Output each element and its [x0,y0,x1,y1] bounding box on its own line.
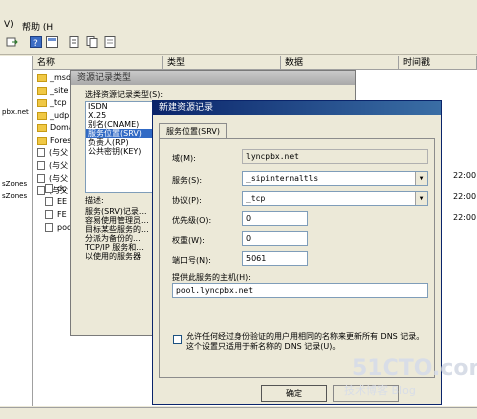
svg-text:?: ? [33,39,38,48]
chevron-down-icon[interactable]: ▼ [415,172,427,185]
service-label: 服务(S): [172,176,203,185]
type-option[interactable]: X.25 [86,111,154,120]
tab-srv[interactable]: 服务位置(SRV) [159,123,227,139]
record-icon [37,186,45,195]
tree-item[interactable]: sZones [2,192,27,200]
protocol-select[interactable]: _tcp ▼ [242,191,428,206]
tree-pane: pbx.net sZones sZones [0,56,33,406]
type-option-selected[interactable]: 服务位置(SRV) [86,129,154,138]
priority-label: 优先级(O): [172,216,212,225]
record-type-list[interactable]: ISDN X.25 别名(CNAME) 服务位置(SRV) 负责人(RP) 公共… [85,101,155,193]
host-input[interactable]: pool.lyncpbx.net [172,283,428,298]
select-type-label: 选择资源记录类型(S): [85,90,164,99]
record-icon [45,223,53,232]
help-icon[interactable]: ? [30,36,42,49]
domain-field: lyncpbx.net [242,149,428,164]
tree-item[interactable]: sZones [2,180,27,188]
list-item[interactable]: Fores [37,135,71,146]
port-input[interactable]: 5061 [242,251,308,266]
service-select[interactable]: _sipinternaltls ▼ [242,171,428,186]
type-option[interactable]: 别名(CNAME) [86,120,154,129]
list-item[interactable]: _udp [37,110,69,121]
toolbar: ? [0,32,477,55]
folder-icon [37,73,47,82]
folder-icon [37,111,47,120]
dialog-title: 资源记录类型 [71,71,355,85]
host-label: 提供此服务的主机(H): [172,273,251,282]
list-item[interactable]: (与父 [37,147,68,158]
dialog-title: 新建资源记录 [153,101,441,115]
folder-icon [37,86,47,95]
watermark: 51CTO.com [352,356,477,381]
tree-item[interactable]: pbx.net [2,108,29,116]
record-icon [37,161,45,170]
type-option[interactable]: ISDN [86,102,154,111]
column-type[interactable]: 类型 [163,56,281,70]
chevron-down-icon[interactable]: ▼ [415,192,427,205]
list-item[interactable]: EE [45,196,67,207]
update-checkbox-label: 允许任何经过身份验证的用户用相同的名称来更新所有 DNS 记录。这个设置只适用于… [186,332,425,351]
folder-icon [37,123,47,132]
weight-label: 权重(W): [172,236,205,245]
srv-panel: 域(M): lyncpbx.net 服务(S): _sipinternaltls… [159,138,435,378]
list-item[interactable]: _tcp [37,97,67,108]
list-item[interactable]: dc [45,183,66,194]
menu-view[interactable]: V) [4,20,14,30]
description-label: 描述: [85,196,104,205]
record-icon [45,210,53,219]
status-bar [0,407,477,419]
console-icon[interactable] [46,36,58,48]
port-label: 端口号(N): [172,256,211,265]
column-data[interactable]: 数据 [281,56,399,70]
watermark-subtitle: 技术博客 Blog [344,384,416,397]
timestamp: 22:00 [453,213,477,222]
timestamp: 22:00 [453,171,477,180]
record-icon [45,184,53,193]
folder-icon [37,98,47,107]
column-time[interactable]: 时间戳 [399,56,477,70]
protocol-value: _tcp [246,194,266,203]
description-text: 服务(SRV)记录... 容易使用管理员... 目标某些服务的... 分派为备份… [85,207,149,261]
export-icon[interactable] [6,36,18,48]
update-checkbox[interactable] [173,335,182,344]
record-icon [37,174,45,183]
document-icon[interactable] [68,36,80,48]
list-item[interactable]: _site [37,85,68,96]
weight-input[interactable]: 0 [242,231,308,246]
list-item[interactable]: (与父 [37,160,68,171]
column-name[interactable]: 名称 [33,56,163,70]
priority-input[interactable]: 0 [242,211,308,226]
type-option[interactable]: 负责人(RP) [86,138,154,147]
folder-icon [37,136,47,145]
properties-icon[interactable] [104,36,116,48]
domain-label: 域(M): [172,154,196,163]
type-option[interactable]: 公共密钥(KEY) [86,147,154,156]
ok-button[interactable]: 确定 [261,385,327,402]
list-item[interactable]: FE [45,209,67,220]
copy-icon[interactable] [86,36,98,48]
menu-bar: V) 帮助 (H [0,0,477,33]
record-icon [37,148,45,157]
protocol-label: 协议(P): [172,196,202,205]
record-icon [45,197,53,206]
service-value: _sipinternaltls [246,174,319,183]
timestamp: 22:00 [453,192,477,201]
